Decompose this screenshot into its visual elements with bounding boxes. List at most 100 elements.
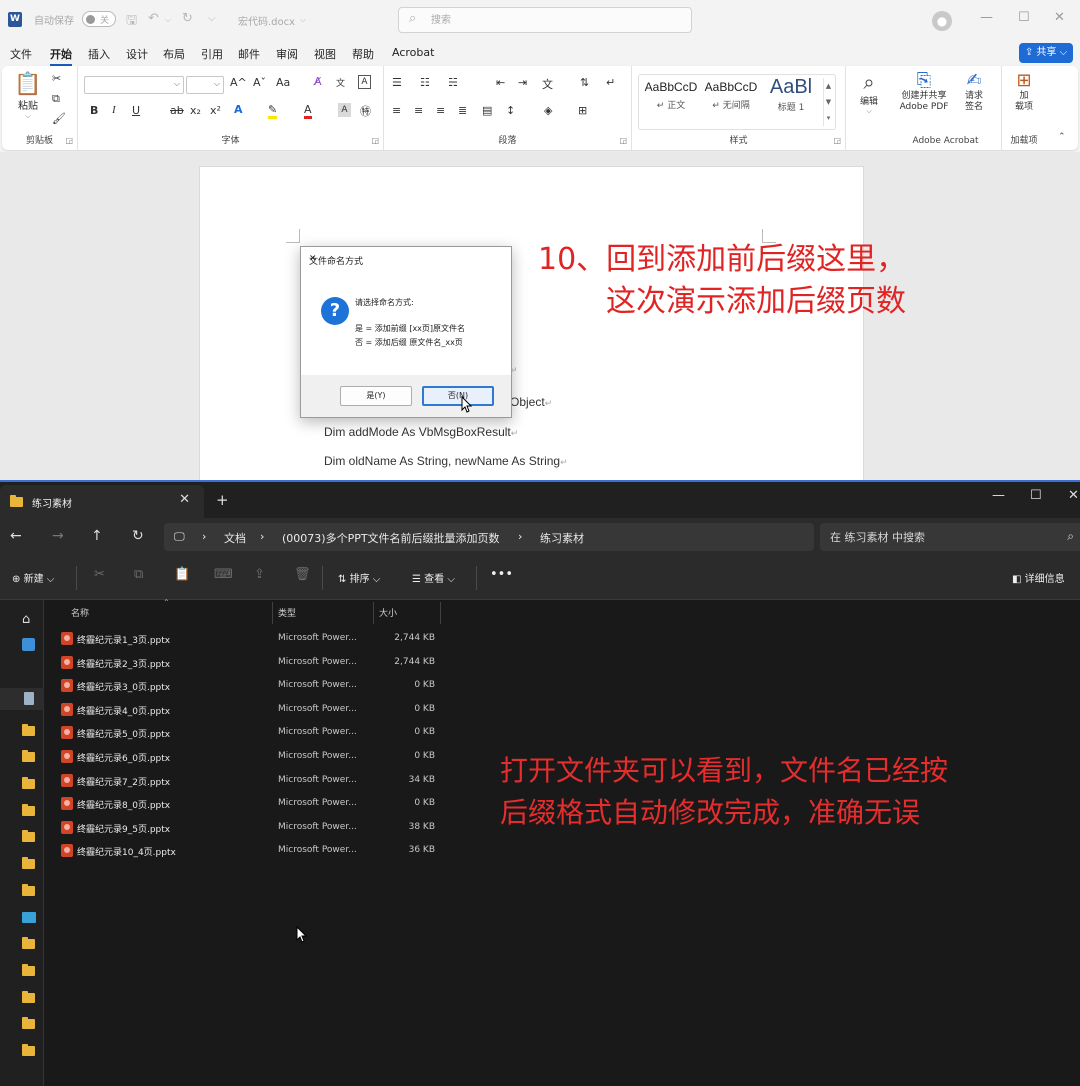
align-right-icon[interactable]: ≡ — [436, 104, 445, 117]
underline-button[interactable]: U — [132, 104, 140, 117]
char-border-icon[interactable]: A — [358, 75, 371, 89]
title-dropdown-icon[interactable]: ⌵ — [300, 15, 306, 25]
folder-icon[interactable] — [22, 857, 35, 869]
sort-icon[interactable]: ⇅ — [580, 76, 589, 89]
new-tab-icon[interactable]: + — [216, 491, 229, 509]
share-icon[interactable]: ⇪ — [254, 567, 265, 582]
refresh-icon[interactable]: ↻ — [132, 528, 144, 544]
style-no-spacing[interactable]: AaBbCcD ↵ 无间隔 — [701, 80, 761, 111]
home-icon[interactable]: ⌂ — [22, 612, 30, 627]
explorer-search-box[interactable]: ⌕ — [820, 523, 1080, 551]
highlight-icon[interactable]: ✎ — [268, 103, 278, 119]
maximize-icon[interactable]: ☐ — [1018, 10, 1030, 25]
forward-icon[interactable]: → — [52, 528, 64, 544]
char-shading-icon[interactable]: A — [338, 103, 351, 117]
text-effects-icon[interactable]: A — [234, 103, 243, 116]
breadcrumb-item[interactable]: (00073)多个PPT文件名前后缀批量添加页数 — [282, 530, 500, 546]
column-header-size[interactable]: 大小 — [379, 606, 397, 619]
word-search-box[interactable]: ⌕ — [398, 7, 692, 33]
style-gallery-scroll[interactable]: ▲ ▼ ▾ — [823, 78, 833, 126]
yes-button[interactable]: 是(Y) — [340, 386, 412, 406]
shrink-font-button[interactable]: Aˇ — [253, 76, 266, 89]
customize-qat-icon[interactable]: ⌵ — [208, 13, 216, 24]
column-header-type[interactable]: 类型 — [278, 606, 296, 619]
back-icon[interactable]: ← — [10, 528, 22, 544]
sort-button[interactable]: ⇅ 排序 ⌵ — [338, 570, 380, 585]
edit-button[interactable]: ⌕ 编辑 ⌵ — [854, 70, 884, 116]
clear-format-icon[interactable]: A̸ — [314, 75, 322, 88]
table-row[interactable]: 终霾纪元录4_0页.pptx Microsoft Power... 0 KB — [57, 699, 447, 721]
paste-button[interactable]: 📋 粘贴 ⌵ — [14, 72, 42, 121]
share-button[interactable]: ⇪ 共享 ⌵ — [1019, 43, 1073, 63]
tab-mailings[interactable]: 邮件 — [238, 46, 260, 62]
column-divider[interactable] — [373, 602, 374, 624]
table-row[interactable]: 终霾纪元录9_5页.pptx Microsoft Power... 38 KB — [57, 817, 447, 839]
close-icon[interactable]: ✕ — [1054, 10, 1065, 25]
folder-icon[interactable] — [22, 1044, 35, 1056]
enclose-char-icon[interactable]: ㊕ — [360, 103, 371, 119]
undo-icon[interactable]: ↶ — [148, 11, 159, 26]
multilevel-list-icon[interactable]: ☵ — [448, 76, 458, 89]
table-row[interactable]: 终霾纪元录10_4页.pptx Microsoft Power... 36 KB — [57, 840, 447, 862]
cut-icon[interactable]: ✂ — [94, 567, 105, 582]
tab-home[interactable]: 开始 — [50, 46, 72, 66]
distributed-icon[interactable]: ▤ — [482, 104, 492, 117]
table-row[interactable]: 终霾纪元录8_0页.pptx Microsoft Power... 0 KB — [57, 793, 447, 815]
bold-button[interactable]: B — [90, 104, 98, 117]
phonetic-guide-icon[interactable]: 文 — [336, 76, 345, 89]
explorer-minimize-icon[interactable]: — — [992, 488, 1005, 503]
paste-icon[interactable]: 📋 — [174, 567, 190, 582]
table-row[interactable]: 终霾纪元录5_0页.pptx Microsoft Power... 0 KB — [57, 722, 447, 744]
align-left-icon[interactable]: ≡ — [392, 104, 401, 117]
breadcrumb[interactable]: 🖵 › 文档 › (00073)多个PPT文件名前后缀批量添加页数 › 练习素材 — [164, 523, 814, 551]
strikethrough-button[interactable]: ab — [170, 104, 184, 117]
minimize-icon[interactable]: — — [980, 10, 993, 25]
word-search-input[interactable] — [431, 12, 671, 28]
font-size-select[interactable]: ⌵ — [186, 76, 224, 94]
style-heading-1[interactable]: AaBl 标题 1 — [761, 76, 821, 113]
styles-launcher-icon[interactable]: ◲ — [833, 136, 841, 145]
font-name-select[interactable]: ⌵ — [84, 76, 184, 94]
paragraph-launcher-icon[interactable]: ◲ — [619, 136, 627, 145]
more-options-icon[interactable]: ••• — [490, 567, 513, 582]
tab-references[interactable]: 引用 — [201, 46, 223, 62]
details-button[interactable]: ◧ 详细信息 — [1012, 570, 1065, 585]
decrease-indent-icon[interactable]: ⇤ — [496, 76, 505, 89]
folder-icon[interactable] — [22, 991, 35, 1003]
superscript-button[interactable]: x² — [210, 104, 221, 117]
font-color-icon[interactable]: A — [304, 103, 312, 119]
explorer-maximize-icon[interactable]: ☐ — [1030, 488, 1042, 503]
line-spacing-icon[interactable]: ↕ — [506, 104, 515, 117]
table-row[interactable]: 终霾纪元录1_3页.pptx Microsoft Power... 2,744 KB — [57, 628, 447, 650]
subscript-button[interactable]: x₂ — [190, 104, 201, 117]
folder-icon[interactable] — [22, 777, 35, 789]
gallery-icon[interactable] — [22, 638, 35, 651]
tab-review[interactable]: 审阅 — [276, 46, 298, 62]
no-button[interactable]: 否(N) — [422, 386, 494, 406]
table-row[interactable]: 终霾纪元录6_0页.pptx Microsoft Power... 0 KB — [57, 746, 447, 768]
dialog-close-icon[interactable]: ✕ — [309, 254, 503, 264]
justify-icon[interactable]: ≣ — [458, 104, 467, 117]
bullets-icon[interactable]: ☰ — [392, 76, 402, 89]
breadcrumb-item[interactable]: 练习素材 — [540, 530, 584, 546]
tab-layout[interactable]: 布局 — [163, 46, 185, 62]
undo-dropdown-icon[interactable]: ⌵ — [165, 15, 171, 25]
request-sign-button[interactable]: ✍ 请求 签名 — [956, 70, 992, 113]
folder-icon[interactable] — [22, 1017, 35, 1029]
column-divider[interactable] — [272, 602, 273, 624]
collapse-ribbon-icon[interactable]: ⌃ — [1058, 132, 1066, 142]
folder-icon[interactable] — [22, 884, 35, 896]
user-avatar[interactable]: ● — [932, 11, 952, 31]
table-row[interactable]: 终霾纪元录3_0页.pptx Microsoft Power... 0 KB — [57, 675, 447, 697]
new-button[interactable]: ⊕ 新建 ⌵ — [12, 570, 54, 585]
pictures-folder-icon[interactable] — [22, 912, 36, 923]
italic-button[interactable]: I — [112, 104, 116, 116]
breadcrumb-item[interactable]: 文档 — [224, 530, 246, 546]
align-center-icon[interactable]: ≡ — [414, 104, 423, 117]
tab-design[interactable]: 设计 — [126, 46, 148, 62]
column-divider[interactable] — [440, 602, 441, 624]
folder-icon[interactable] — [22, 724, 35, 736]
folder-icon[interactable] — [22, 750, 35, 762]
cut-icon[interactable]: ✂ — [52, 72, 61, 85]
explorer-search-input[interactable] — [830, 530, 1030, 544]
